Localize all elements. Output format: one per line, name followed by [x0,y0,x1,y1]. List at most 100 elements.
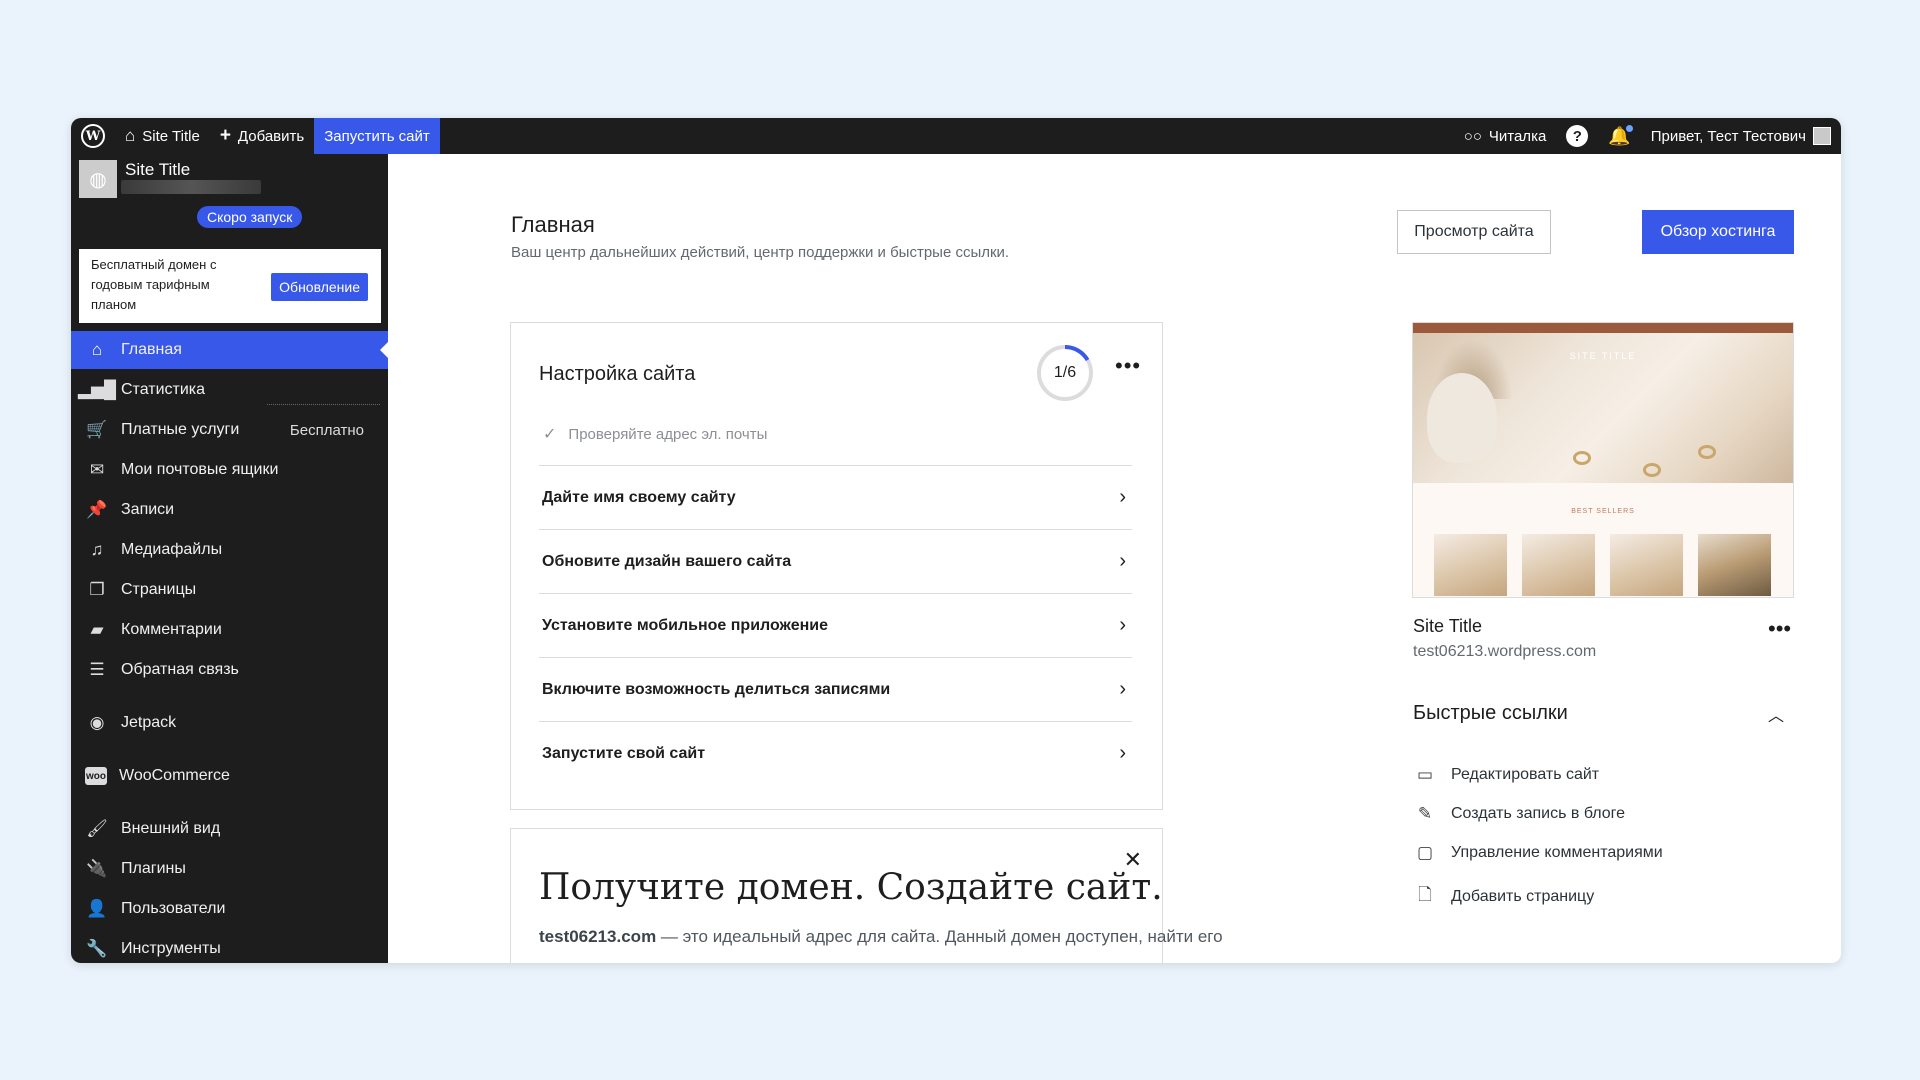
sidebar-item-label: Пользователи [121,900,226,917]
site-title-link[interactable]: ⌂ Site Title [115,118,210,154]
plus-icon: + [219,125,231,146]
globe-icon: ◍ [79,160,117,198]
sidebar-item-label: WooCommerce [119,767,230,784]
sidebar-item-label: Комментарии [121,621,222,638]
chevron-right-icon: › [1119,550,1126,572]
reader-link[interactable]: ○○ Читалка [1454,118,1557,154]
jetpack-icon: ◉ [89,713,105,732]
chevron-right-icon: › [1119,678,1126,700]
reader-label: Читалка [1488,127,1547,145]
sidebar-item-plugins[interactable]: 🔌 Плагины [71,850,388,888]
avatar [1813,127,1831,145]
task-label: Обновите дизайн вашего сайта [542,552,792,570]
sidebar-item-woocommerce[interactable]: woo WooCommerce [71,757,388,795]
laptop-icon: ▭ [1416,765,1434,784]
app-window: W ⌂ Site Title + Добавить Запустить сайт… [71,118,1841,963]
greeting-label: Привет, Тест Тестович [1650,127,1806,145]
task-label: Установите мобильное приложение [542,616,828,634]
account-menu[interactable]: Привет, Тест Тестович [1641,118,1841,154]
mail-icon: ✉ [89,460,105,479]
sidebar-item-label: Записи [121,501,175,518]
sidebar-item-label: Статистика [121,381,206,398]
preview-product-image [1698,534,1771,596]
quick-link-label: Добавить страницу [1451,887,1595,905]
add-new-button[interactable]: + Добавить [210,118,314,154]
plugin-icon: 🔌 [86,859,108,878]
wordpress-logo-button[interactable]: W [71,118,115,154]
task-label: Включите возможность делиться записями [542,680,891,698]
home-icon: ⌂ [125,126,136,145]
task-sharing[interactable]: Включите возможность делиться записями › [539,657,1132,721]
preview-ring [1573,451,1591,465]
task-label: Запустите свой сайт [542,744,706,762]
sidebar-item-media[interactable]: ♫ Медиафайлы [71,531,388,569]
more-options-button[interactable]: ••• [1115,353,1141,379]
divider [267,404,380,405]
tools-icon: 🔧 [86,939,108,958]
preview-product-image [1522,534,1595,596]
site-more-options-button[interactable]: ••• [1768,616,1791,642]
sidebar-item-users[interactable]: 👤 Пользователи [71,890,388,928]
sidebar-item-tools[interactable]: 🔧 Инструменты [71,930,388,963]
launch-site-button[interactable]: Запустить сайт [314,118,440,154]
preview-hero-image: SITE TITLE [1413,333,1793,483]
chevron-right-icon: › [1119,486,1126,508]
preview-site-title: SITE TITLE [1569,351,1637,361]
plan-label: Бесплатно [289,421,364,439]
preview-ring [1643,463,1661,477]
quick-link-new-post[interactable]: ✎ Создать запись в блоге [1413,804,1625,824]
preview-best-sellers: BEST SELLERS [1571,508,1635,515]
sidebar-item-posts[interactable]: 📌 Записи [71,491,388,529]
view-site-button[interactable]: Просмотр сайта [1397,210,1551,254]
quick-links-title: Быстрые ссылки [1413,702,1568,724]
sidebar-item-comments[interactable]: ▰ Комментарии [71,611,388,649]
quick-link-add-page[interactable]: 🗋 Добавить страницу [1413,882,1594,911]
sidebar-item-label: Внешний вид [121,820,221,837]
task-launch-site[interactable]: Запустите свой сайт › [539,721,1132,785]
site-card-url[interactable]: test06213.wordpress.com [1413,643,1596,661]
sidebar-item-pages[interactable]: ❐ Страницы [71,571,388,609]
quick-link-label: Управление комментариями [1451,844,1663,861]
quick-link-edit-site[interactable]: ▭ Редактировать сайт [1413,765,1599,785]
sidebar-item-label: Мои почтовые ящики [121,461,279,478]
page-icon: 🗋 [1418,885,1432,904]
site-preview-thumbnail[interactable]: SITE TITLE BEST SELLERS [1412,322,1794,598]
preview-products [1434,534,1771,596]
brush-icon: 🖌 [86,819,108,838]
setup-progress-ring: 1/6 [1035,343,1095,403]
preview-vase [1427,373,1497,463]
notifications-button[interactable]: 🔔 [1598,118,1640,154]
site-name: Site Title [125,160,191,179]
sidebar-item-mailboxes[interactable]: ✉ Мои почтовые ящики [71,451,388,489]
help-icon: ? [1566,125,1589,147]
admin-bar: W ⌂ Site Title + Добавить Запустить сайт… [71,118,1841,154]
setup-progress-text: 1/6 [1053,364,1077,381]
sidebar: ◍ Site Title Скоро запуск Бесплатный дом… [71,154,388,963]
chevron-right-icon: › [1119,742,1126,764]
task-name-site[interactable]: Дайте имя своему сайту › [539,465,1132,529]
sidebar-item-home[interactable]: ⌂ Главная [71,331,388,369]
upgrade-button[interactable]: Обновление [271,273,368,301]
task-update-design[interactable]: Обновите дизайн вашего сайта › [539,529,1132,593]
checkmark-icon: ✓ [543,426,557,443]
sidebar-item-jetpack[interactable]: ◉ Jetpack [71,704,388,742]
sidebar-item-stats[interactable]: ▂▅█ Статистика [71,371,388,409]
sidebar-item-upgrades[interactable]: 🛒 Платные услуги Бесплатно [71,411,388,449]
sidebar-item-feedback[interactable]: ☰ Обратная связь [71,651,388,689]
sidebar-item-appearance[interactable]: 🖌 Внешний вид [71,810,388,848]
preview-product-image [1610,534,1683,596]
quick-link-comments[interactable]: ▢ Управление комментариями [1413,843,1663,863]
suggested-domain[interactable]: test06213.com [539,927,656,946]
task-label: Дайте имя своему сайту [542,488,736,506]
help-button[interactable]: ? [1556,118,1598,154]
chevron-up-icon[interactable]: ︿ [1768,702,1784,726]
coming-soon-badge[interactable]: Скоро запуск [197,206,303,228]
task-mobile-app[interactable]: Установите мобильное приложение › [539,593,1132,657]
pin-icon: 📌 [86,500,108,519]
hosting-overview-button[interactable]: Обзор хостинга [1642,210,1794,254]
cart-icon: 🛒 [86,420,108,439]
sidebar-item-label: Плагины [121,860,186,877]
upgrade-promo: Бесплатный домен с годовым тарифным план… [79,249,381,323]
comment-icon: ▢ [1416,843,1434,862]
task-done: ✓ Проверяйте адрес эл. почты [543,424,767,444]
